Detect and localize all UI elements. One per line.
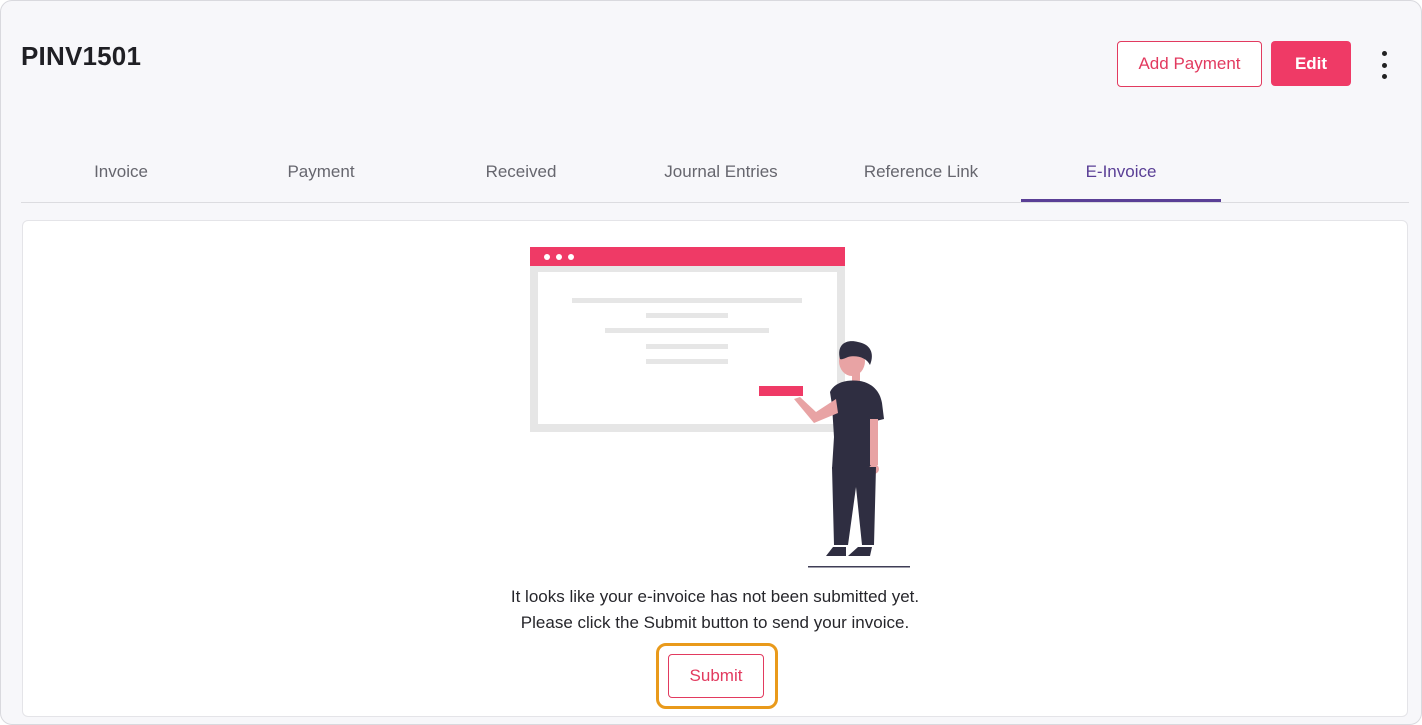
add-payment-button[interactable]: Add Payment [1117, 41, 1262, 87]
kebab-dot [1381, 62, 1387, 68]
page-title: PINV1501 [21, 41, 142, 71]
tab-reference-link[interactable]: Reference Link [821, 141, 1021, 202]
submit-button[interactable]: Submit [668, 654, 764, 698]
empty-state-message-line2: Please click the Submit button to send y… [520, 613, 910, 632]
tab-journal-entries[interactable]: Journal Entries [621, 141, 821, 202]
tab-e-invoice[interactable]: E-Invoice [1021, 141, 1221, 202]
tab-received[interactable]: Received [421, 141, 621, 202]
empty-state-message-line1: It looks like your e-invoice has not bee… [510, 587, 920, 606]
edit-button[interactable]: Edit [1271, 41, 1351, 86]
tab-bar: Invoice Payment Received Journal Entries… [21, 141, 1409, 203]
empty-state-illustration [530, 247, 910, 568]
invoice-page: PINV1501 Add Payment Edit Invoice Paymen… [0, 0, 1422, 725]
more-options-icon[interactable] [1373, 51, 1395, 79]
e-invoice-panel: It looks like your e-invoice has not bee… [22, 220, 1408, 717]
kebab-dot [1381, 74, 1387, 79]
tab-invoice[interactable]: Invoice [21, 141, 221, 202]
tab-payment[interactable]: Payment [221, 141, 421, 202]
kebab-dot [1381, 51, 1387, 56]
